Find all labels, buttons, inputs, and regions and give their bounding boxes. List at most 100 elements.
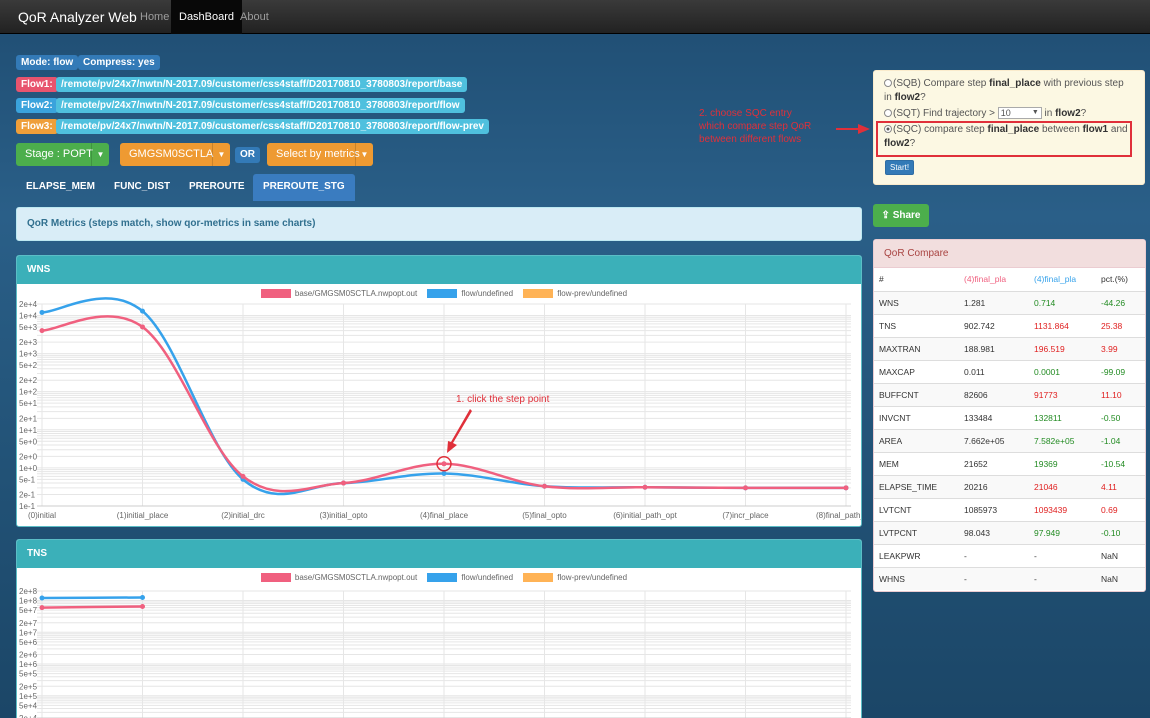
sqt-flow: flow2 bbox=[1055, 108, 1081, 119]
pct-value: 0.69 bbox=[1096, 497, 1145, 521]
trajectory-select[interactable]: 10 ▼ bbox=[997, 107, 1042, 120]
tns-panel: TNS base/GMGSM0SCTLA.nwpopt.out flow/und… bbox=[16, 539, 862, 718]
flow2-value: 132811 bbox=[1029, 405, 1096, 429]
data-point[interactable] bbox=[39, 309, 45, 315]
select-metrics-label: Select by metrics bbox=[276, 148, 360, 160]
data-point[interactable] bbox=[39, 328, 45, 334]
col-header: (4)final_pla bbox=[964, 274, 1007, 285]
y-tick-label: 1e+6 bbox=[19, 660, 38, 669]
sqt-option[interactable]: (SQT) Find trajectory > 10 ▼ in flow2? bbox=[884, 107, 1134, 121]
sqb-option[interactable]: (SQB) Compare step final_place with prev… bbox=[884, 77, 1134, 105]
metric-name: INVCNT bbox=[874, 405, 959, 429]
tab-elapse-mem[interactable]: ELAPSE_MEM bbox=[16, 174, 105, 200]
stage-label: Stage : POPT bbox=[25, 148, 93, 160]
flow2-value: - bbox=[1029, 543, 1096, 567]
flow1-value: 7.662e+05 bbox=[959, 428, 1029, 452]
metric-name: MEM bbox=[874, 451, 959, 475]
start-button[interactable]: Start! bbox=[885, 160, 915, 175]
y-tick-label: 5e-1 bbox=[19, 475, 36, 484]
flow1-value: 188.981 bbox=[959, 336, 1029, 360]
data-point[interactable] bbox=[843, 485, 849, 491]
data-point[interactable] bbox=[341, 480, 346, 486]
y-tick-label: 5e+5 bbox=[19, 670, 38, 679]
pct-value: -99.09 bbox=[1096, 359, 1145, 383]
data-point[interactable] bbox=[140, 594, 145, 600]
select-metrics-dropdown[interactable]: Select by metrics ▼ bbox=[267, 143, 373, 166]
y-tick-label: 1e+7 bbox=[19, 628, 38, 637]
pct-value: -0.50 bbox=[1096, 405, 1145, 429]
x-tick-label: (7)incr_place bbox=[722, 511, 769, 520]
flow1-value: 98.043 bbox=[959, 520, 1029, 544]
data-point[interactable] bbox=[39, 595, 45, 601]
y-tick-label: 2e+3 bbox=[19, 338, 38, 347]
metric-name: LEAKPWR bbox=[874, 543, 959, 567]
pct-value: 11.10 bbox=[1096, 382, 1145, 406]
pct-value: -10.54 bbox=[1096, 451, 1145, 475]
y-tick-label: 1e+3 bbox=[19, 350, 38, 359]
wns-chart[interactable]: 2e+4 1e+4 5e+3 2e+3 1e+3 5e+2 2e+2 1e+2 5e+1 2e+1… bbox=[17, 256, 862, 527]
tns-chart[interactable]: 2e+81e+85e+7 2e+71e+75e+6 2e+61e+65e+5 2e+5… bbox=[17, 540, 862, 718]
data-point[interactable] bbox=[441, 461, 447, 467]
data-point[interactable] bbox=[642, 484, 648, 490]
data-point[interactable] bbox=[140, 324, 145, 330]
compare-table: # (4)final_pla (4)final_pla pct.(%) WNS 1… bbox=[874, 268, 1145, 590]
flow3-tag: Flow3: bbox=[16, 119, 58, 134]
y-tick-label: 5e+2 bbox=[19, 361, 38, 370]
col-header: # bbox=[879, 274, 884, 285]
table-row: LVTPCNT 98.043 97.949 -0.10 bbox=[874, 520, 1145, 544]
share-button[interactable]: ⇪ Share bbox=[873, 204, 929, 227]
y-tick-label: 2e-1 bbox=[19, 491, 36, 500]
flow2-value: 97.949 bbox=[1029, 520, 1096, 544]
table-row: INVCNT 133484 132811 -0.50 bbox=[874, 405, 1145, 429]
sqb-step: final_place bbox=[989, 78, 1041, 89]
tab-func-dist[interactable]: FUNC_DIST bbox=[104, 174, 180, 200]
compress-label: Compress: yes bbox=[78, 55, 160, 70]
sqc-annotation-line: between different flows bbox=[699, 134, 802, 145]
share-icon: ⇪ bbox=[881, 210, 893, 221]
sqt-text: ? bbox=[1080, 108, 1087, 119]
sqt-text: (SQT) Find trajectory > bbox=[893, 108, 998, 119]
metric-name: LVTCNT bbox=[874, 497, 959, 521]
radio-icon[interactable] bbox=[884, 79, 892, 88]
nav-about[interactable]: About bbox=[232, 0, 277, 34]
y-tick-label: 1e+2 bbox=[19, 388, 38, 397]
flow2-value: 19369 bbox=[1029, 451, 1096, 475]
y-tick-label: 1e+4 bbox=[19, 311, 38, 320]
flow1-value: 0.011 bbox=[959, 359, 1029, 383]
y-tick-label: 5e+7 bbox=[19, 606, 38, 615]
annotation-arrow bbox=[836, 124, 870, 134]
data-point[interactable] bbox=[140, 603, 145, 609]
data-point[interactable] bbox=[441, 470, 447, 476]
table-row: MAXCAP 0.011 0.0001 -99.09 bbox=[874, 359, 1145, 383]
data-point[interactable] bbox=[743, 485, 748, 491]
data-point[interactable] bbox=[39, 605, 45, 611]
flow2-value: 1093439 bbox=[1029, 497, 1096, 521]
data-point[interactable] bbox=[542, 483, 547, 489]
metric-name: MAXTRAN bbox=[874, 336, 959, 360]
y-tick-label: 2e+7 bbox=[19, 619, 38, 628]
data-point[interactable] bbox=[140, 308, 145, 314]
chevron-down-icon: ▼ bbox=[212, 143, 230, 166]
app-brand[interactable]: QoR Analyzer Web bbox=[18, 9, 137, 25]
flow1-value: 21652 bbox=[959, 451, 1029, 475]
sqb-text: (SQB) Compare step bbox=[893, 78, 990, 89]
metric-name: ELAPSE_TIME bbox=[874, 474, 959, 498]
flow2-value: 21046 bbox=[1029, 474, 1096, 498]
radio-icon[interactable] bbox=[884, 109, 892, 118]
sqb-flow: flow2 bbox=[894, 92, 921, 103]
y-tick-label: 2e+4 bbox=[19, 300, 38, 309]
table-row: MEM 21652 19369 -10.54 bbox=[874, 451, 1145, 475]
sqc-annotation-line: which compare step QoR bbox=[699, 121, 812, 132]
tab-preroute-stg[interactable]: PREROUTE_STG bbox=[253, 174, 355, 201]
tab-preroute[interactable]: PREROUTE bbox=[179, 174, 255, 200]
annotation-arrow bbox=[447, 409, 472, 453]
pct-value: 4.11 bbox=[1096, 474, 1145, 498]
mode-label: Mode: flow bbox=[16, 55, 79, 70]
x-tick-label: (1)initial_place bbox=[117, 511, 169, 520]
or-label: OR bbox=[235, 147, 260, 163]
stage-dropdown[interactable]: Stage : POPT ▼ bbox=[16, 143, 109, 166]
data-point[interactable] bbox=[240, 473, 246, 479]
pct-value: NaN bbox=[1096, 566, 1145, 590]
metric-name: BUFFCNT bbox=[874, 382, 959, 406]
design-dropdown[interactable]: GMGSM0SCTLA ▼ bbox=[120, 143, 230, 166]
